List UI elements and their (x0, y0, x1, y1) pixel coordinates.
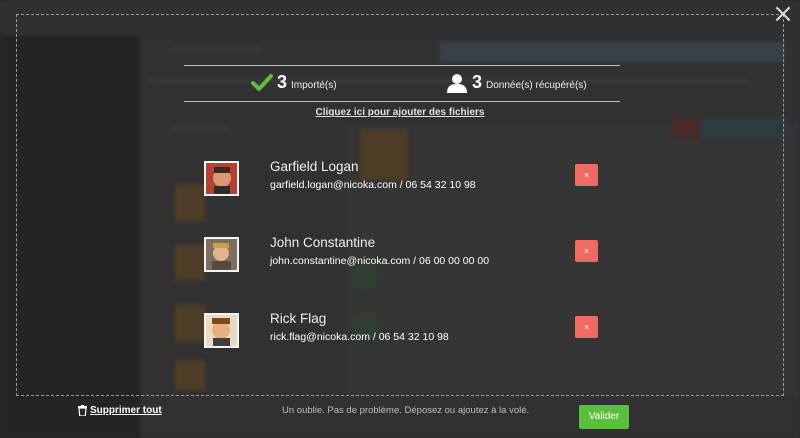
trash-icon (78, 405, 87, 416)
contact-info: rick.flag@nicoka.com / 06 54 32 10 98 (270, 331, 449, 343)
avatar (204, 161, 239, 196)
contact-row: Rick Flag rick.flag@nicoka.com / 06 54 3… (204, 311, 604, 353)
remove-contact-button[interactable]: × (575, 164, 598, 186)
close-icon[interactable]: × (772, 1, 794, 27)
avatar (204, 237, 239, 272)
delete-all-button[interactable]: Supprimer tout (78, 405, 162, 416)
contact-name: John Constantine (270, 235, 376, 250)
validate-button[interactable]: Valider (579, 405, 629, 429)
add-files-link[interactable]: Cliquez ici pour ajouter des fichiers (0, 107, 800, 118)
footer-message: Un oublie. Pas de problème. Déposez ou a… (282, 405, 530, 416)
user-icon (447, 73, 467, 93)
remove-contact-button[interactable]: × (575, 240, 598, 262)
retrieved-count: 3 (472, 72, 483, 92)
imported-stat: 3 Importé(s) (251, 72, 337, 93)
close-icon: × (583, 170, 590, 180)
divider (184, 65, 620, 66)
divider (184, 101, 620, 102)
contact-name: Rick Flag (270, 311, 327, 326)
contact-row: John Constantine john.constantine@nicoka… (204, 235, 604, 277)
avatar (204, 313, 239, 348)
retrieved-stat: 3 Donnée(s) récupéré(s) (446, 72, 587, 93)
close-icon: × (583, 246, 590, 256)
contact-name: Garfield Logan (270, 159, 359, 174)
imported-count: 3 (277, 72, 288, 92)
remove-contact-button[interactable]: × (575, 316, 598, 338)
imported-label: Importé(s) (291, 80, 337, 91)
close-icon: × (583, 322, 590, 332)
check-icon (251, 73, 273, 91)
contact-info: garfield.logan@nicoka.com / 06 54 32 10 … (270, 179, 476, 191)
retrieved-label: Donnée(s) récupéré(s) (486, 80, 587, 91)
contact-row: Garfield Logan garfield.logan@nicoka.com… (204, 159, 604, 201)
delete-all-label: Supprimer tout (90, 405, 162, 416)
contact-info: john.constantine@nicoka.com / 06 00 00 0… (270, 255, 490, 267)
